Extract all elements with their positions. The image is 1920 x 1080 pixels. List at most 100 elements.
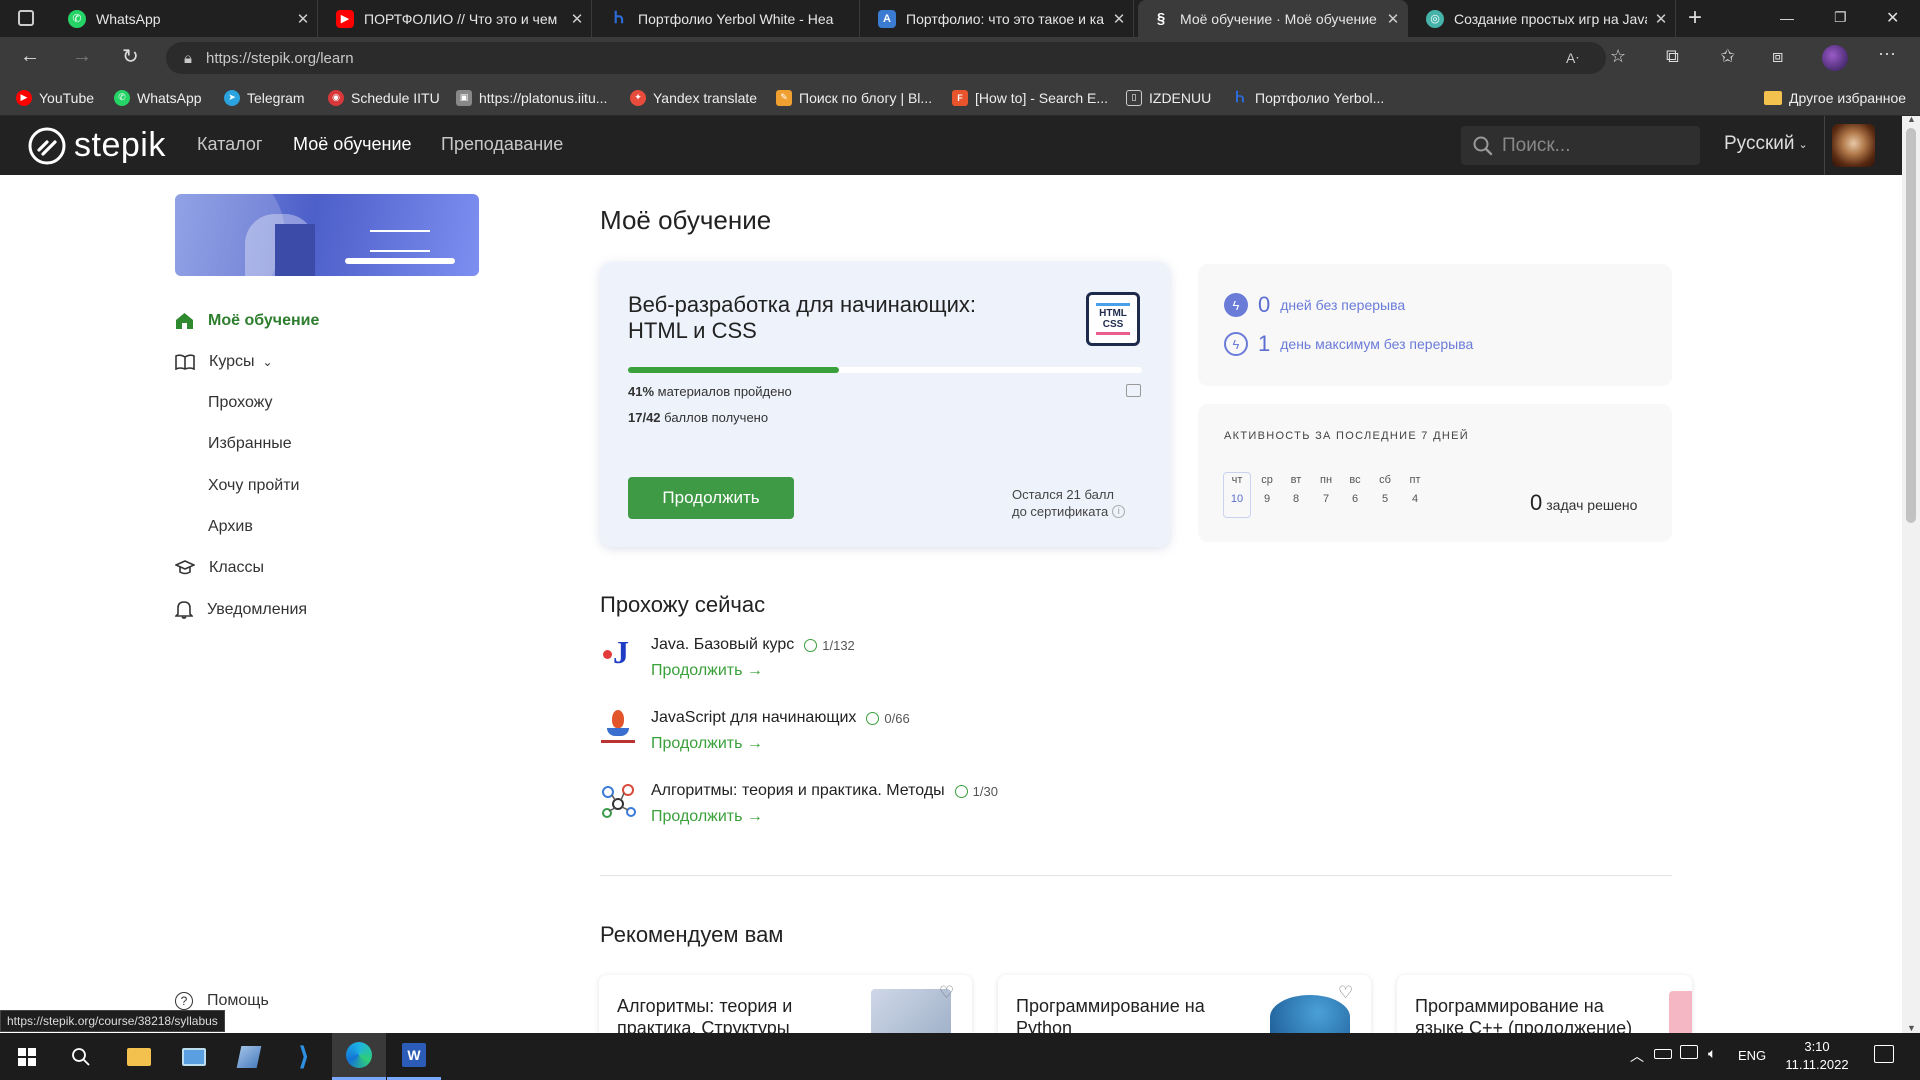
clock[interactable]: 3:10 11.11.2022 <box>1782 1038 1852 1074</box>
close-tab-icon[interactable]: ✕ <box>289 10 317 28</box>
bookmark-portfolio[interactable]: Ꮒ Портфолио Yerbol... <box>1232 79 1384 116</box>
user-avatar[interactable] <box>1832 124 1875 167</box>
continue-link[interactable]: Продолжить → <box>651 662 855 680</box>
vscode-icon[interactable]: ⟩ <box>277 1033 331 1080</box>
nav-catalog[interactable]: Каталог <box>197 134 262 155</box>
other-bookmarks[interactable]: Другое избранное <box>1764 79 1906 116</box>
battery-icon[interactable] <box>1654 1049 1672 1059</box>
bookmark-platonus[interactable]: ▣ https://platonus.iitu... <box>456 79 607 116</box>
restore-icon[interactable]: ❐ <box>1834 9 1847 26</box>
algorithms-course-logo[interactable] <box>600 782 638 820</box>
chevron-down-icon[interactable]: ⌄ <box>263 355 273 369</box>
close-tab-icon[interactable]: ✕ <box>1647 10 1675 28</box>
sidebar-item-favorites[interactable]: Избранные <box>208 435 292 453</box>
tray-chevron-icon[interactable]: ︿ <box>1630 1046 1644 1066</box>
bookmark-whatsapp[interactable]: ✆ WhatsApp <box>114 79 202 116</box>
collections-icon[interactable]: ⧈ <box>1772 46 1783 67</box>
nav-my-learning[interactable]: Моё обучение <box>293 134 412 155</box>
sidebar-item-notifications[interactable]: Уведомления <box>175 600 307 619</box>
language-select[interactable]: Русский ⌄ <box>1724 133 1808 155</box>
close-tab-icon[interactable]: ✕ <box>563 10 591 28</box>
sidebar-help[interactable]: ? Помощь <box>175 992 269 1010</box>
rec-title-line1: Программирование на <box>1415 996 1604 1016</box>
word-icon[interactable]: W <box>387 1033 441 1080</box>
streak-days-value: 0 <box>1258 292 1271 317</box>
sidebar-item-classes[interactable]: Классы <box>175 559 264 577</box>
back-icon[interactable]: ← <box>20 45 40 68</box>
bookmark-label: YouTube <box>39 89 95 106</box>
sidebar-item-my-learning[interactable]: Моё обучение <box>175 312 319 330</box>
more-menu-icon[interactable]: ··· <box>1878 43 1896 64</box>
certificate-preview-icon[interactable] <box>1126 384 1141 397</box>
sidebar-item-wishlist[interactable]: Хочу пройти <box>208 477 299 495</box>
page-scrollbar[interactable]: ▲ ▼ <box>1902 114 1920 1033</box>
info-icon[interactable]: i <box>1112 505 1126 518</box>
course-title[interactable]: Веб-разработка для начинающих: HTML и CS… <box>628 292 976 344</box>
recommended-card[interactable]: Программирование на Python ♡ <box>998 975 1371 1033</box>
tab-java-games[interactable]: ◎ Создание простых игр на Java ✕ <box>1412 0 1676 37</box>
volume-icon[interactable]: 🔈︎ <box>1708 1045 1716 1062</box>
minimize-icon[interactable]: — <box>1780 10 1794 26</box>
windows-start-icon[interactable] <box>0 1033 54 1080</box>
continue-button[interactable]: Продолжить <box>628 477 794 519</box>
network-icon[interactable] <box>1680 1045 1698 1059</box>
recommended-card[interactable]: Программирование на языке C++ (продолжени… <box>1397 975 1692 1033</box>
sidebar-item-archive[interactable]: Архив <box>208 518 253 536</box>
article-icon: A <box>878 9 896 28</box>
tab-actions-icon[interactable] <box>18 10 34 26</box>
continue-link[interactable]: Продолжить → <box>651 808 998 826</box>
bookmark-blog-search[interactable]: ✎ Поиск по блогу | Bl... <box>776 79 932 116</box>
stepik-logo-icon <box>28 127 66 164</box>
search-icon[interactable] <box>54 1033 108 1080</box>
url-field[interactable]: 🔒︎ https://stepik.org/learn Aᐧ <box>166 42 1606 74</box>
notifications-icon[interactable] <box>1874 1045 1894 1063</box>
nav-teaching[interactable]: Преподавание <box>441 134 563 155</box>
tab-portfolio-article[interactable]: A Портфолио: что это такое и ка ✕ <box>864 0 1134 37</box>
bookmark-izdenuu[interactable]: ▯ IZDENUU <box>1126 79 1211 116</box>
notes-app-icon[interactable] <box>222 1033 276 1080</box>
close-tab-icon[interactable]: ✕ <box>1379 10 1407 28</box>
bookmark-yandex-translate[interactable]: ✦ Yandex translate <box>630 79 757 116</box>
bookmark-youtube[interactable]: ▶ YouTube <box>16 79 94 116</box>
course-title-link[interactable]: JavaScript для начинающих <box>651 709 856 727</box>
favorites-icon[interactable]: ✩ <box>1720 46 1735 67</box>
edge-browser-icon[interactable] <box>332 1033 386 1080</box>
bookmark-howto[interactable]: F [How to] - Search E... <box>952 79 1108 116</box>
control-panel-icon[interactable] <box>167 1033 221 1080</box>
day-number: 4 <box>1411 493 1419 505</box>
close-window-icon[interactable]: ✕ <box>1886 8 1899 28</box>
forward-icon[interactable]: → <box>72 45 92 68</box>
extensions-icon[interactable]: ⧉ <box>1666 46 1679 67</box>
scrollbar-thumb[interactable] <box>1906 128 1916 523</box>
profile-avatar[interactable] <box>1822 45 1848 71</box>
tab-whatsapp[interactable]: ✆ WhatsApp ✕ <box>54 0 318 37</box>
search-input[interactable]: Поиск... <box>1461 126 1700 165</box>
sidebar-banner[interactable] <box>175 194 479 276</box>
heart-icon[interactable]: ♡ <box>939 983 954 1003</box>
sidebar-item-courses[interactable]: Курсы ⌄ <box>175 353 273 371</box>
favorite-star-icon[interactable]: ☆ <box>1610 46 1626 67</box>
heart-icon[interactable]: ♡ <box>1338 983 1353 1003</box>
input-language[interactable]: ENG <box>1738 1048 1766 1063</box>
tab-portfolio-youtube[interactable]: ▶ ПОРТФОЛИО // Что это и чем ✕ <box>322 0 592 37</box>
bookmark-schedule[interactable]: ◉ Schedule IITU <box>328 79 440 116</box>
course-title-link[interactable]: Алгоритмы: теория и практика. Методы <box>651 782 945 800</box>
refresh-icon[interactable]: ↻ <box>122 44 139 69</box>
java-course-logo[interactable]: J <box>601 634 635 672</box>
continue-link[interactable]: Продолжить → <box>651 735 910 753</box>
stepik-logo[interactable]: stepik <box>28 126 166 165</box>
javascript-course-logo[interactable] <box>601 710 635 748</box>
scroll-up-icon[interactable]: ▲ <box>1907 114 1916 124</box>
new-tab-button[interactable]: + <box>1688 4 1702 32</box>
tab-portfolio-hh[interactable]: Ꮒ Портфолио Yerbol White - Hea <box>596 0 860 37</box>
close-tab-icon[interactable]: ✕ <box>1105 10 1133 28</box>
scroll-down-icon[interactable]: ▼ <box>1907 1023 1916 1033</box>
current-course-card[interactable]: Веб-разработка для начинающих: HTML и CS… <box>600 262 1170 547</box>
recommended-card[interactable]: Алгоритмы: теория и практика. Структуры ♡ <box>599 975 972 1033</box>
course-title-link[interactable]: Java. Базовый курс <box>651 636 794 654</box>
sidebar-item-in-progress[interactable]: Прохожу <box>208 394 273 412</box>
read-aloud-icon[interactable]: Aᐧ <box>1566 50 1579 67</box>
tab-stepik[interactable]: § Моё обучение · Моё обучение ✕ <box>1138 0 1408 37</box>
file-explorer-icon[interactable] <box>112 1033 166 1080</box>
bookmark-telegram[interactable]: ➤ Telegram <box>224 79 305 116</box>
